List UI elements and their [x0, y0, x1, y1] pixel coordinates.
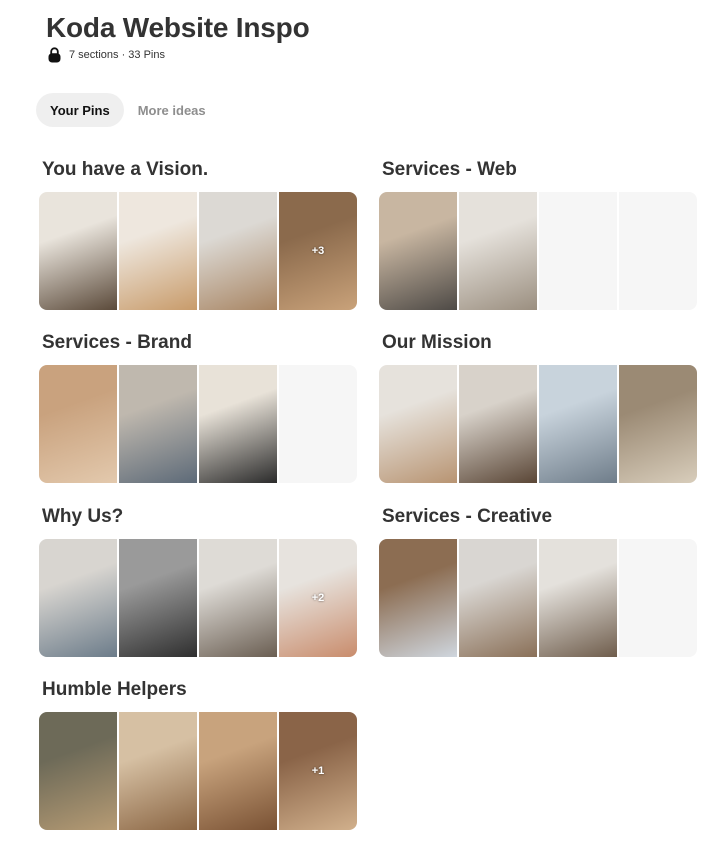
tab-your-pins[interactable]: Your Pins [36, 93, 124, 127]
section-title[interactable]: Our Mission [382, 330, 699, 356]
section-our-mission: Our Mission [379, 330, 699, 483]
section-services-brand: Services - Brand [39, 330, 359, 483]
empty-thumbnail [619, 539, 697, 657]
pin-thumbnail: +2 [279, 539, 357, 657]
section-title[interactable]: Humble Helpers [42, 677, 359, 703]
board-meta-text: 7 sections · 33 Pins [69, 49, 165, 61]
section-humble-helpers: Humble Helpers +1 [39, 677, 359, 830]
section-services-creative: Services - Creative [379, 504, 699, 657]
section-services-web: Services - Web [379, 157, 699, 310]
pin-thumbnail [459, 539, 537, 657]
section-title[interactable]: Why Us? [42, 504, 359, 530]
pin-thumbnail [379, 192, 457, 310]
pin-thumbnail [119, 712, 197, 830]
pin-thumbnail: +3 [279, 192, 357, 310]
section-title[interactable]: Services - Web [382, 157, 699, 183]
more-pins-count: +2 [311, 592, 325, 604]
pin-thumbnail [39, 539, 117, 657]
section-why-us: Why Us? +2 [39, 504, 359, 657]
section-title[interactable]: Services - Brand [42, 330, 359, 356]
lock-icon [48, 47, 61, 63]
pin-thumbnail: +1 [279, 712, 357, 830]
pin-thumbnail [119, 192, 197, 310]
pin-thumbnail [39, 365, 117, 483]
more-pins-count: +1 [311, 765, 325, 777]
section-preview[interactable]: +2 [39, 539, 357, 657]
section-title[interactable]: You have a Vision. [42, 157, 359, 183]
pin-thumbnail [379, 365, 457, 483]
section-preview[interactable] [39, 365, 357, 483]
section-preview[interactable] [379, 539, 697, 657]
pin-thumbnail [459, 192, 537, 310]
pin-thumbnail [199, 365, 277, 483]
pin-thumbnail [39, 712, 117, 830]
pin-thumbnail [199, 192, 277, 310]
section-title[interactable]: Services - Creative [382, 504, 699, 530]
section-preview[interactable] [379, 365, 697, 483]
pin-thumbnail [379, 539, 457, 657]
pin-thumbnail [119, 539, 197, 657]
tab-more-ideas[interactable]: More ideas [124, 93, 220, 127]
pin-thumbnail [39, 192, 117, 310]
pin-thumbnail [539, 365, 617, 483]
board-meta: 7 sections · 33 Pins [48, 46, 165, 64]
board-tabs: Your Pins More ideas [36, 93, 220, 127]
section-preview[interactable] [379, 192, 697, 310]
pin-thumbnail [199, 712, 277, 830]
pin-thumbnail [619, 365, 697, 483]
pin-thumbnail [539, 539, 617, 657]
section-preview[interactable]: +1 [39, 712, 357, 830]
empty-thumbnail [279, 365, 357, 483]
empty-thumbnail [619, 192, 697, 310]
section-preview[interactable]: +3 [39, 192, 357, 310]
more-pins-count: +3 [311, 245, 325, 257]
pin-thumbnail [119, 365, 197, 483]
board-title: Koda Website Inspo [46, 12, 310, 43]
empty-thumbnail [539, 192, 617, 310]
section-you-have-a-vision: You have a Vision. +3 [39, 157, 359, 310]
pin-thumbnail [199, 539, 277, 657]
pin-thumbnail [459, 365, 537, 483]
